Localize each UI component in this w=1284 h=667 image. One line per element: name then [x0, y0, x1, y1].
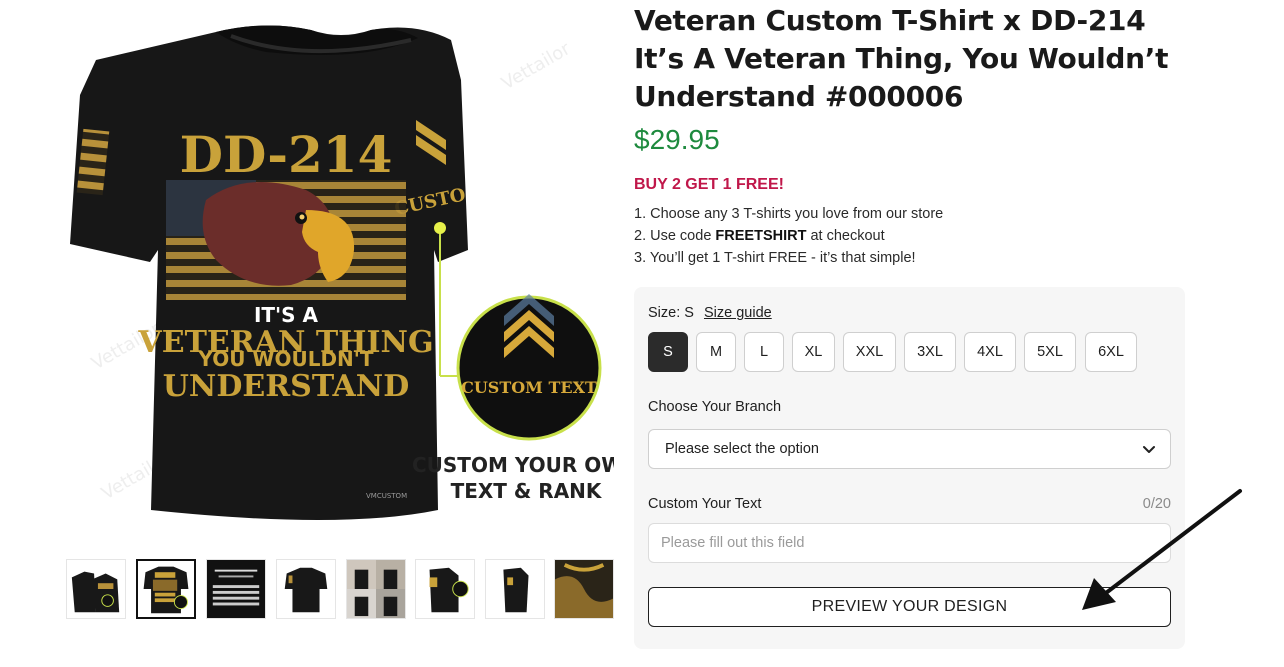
size-option-6xl[interactable]: 6XL: [1085, 332, 1137, 372]
size-value: S: [684, 305, 694, 321]
shirt-line: UNDERSTAND: [163, 369, 409, 404]
product-main-image[interactable]: Vettailor Vettailor Vettailor CUSTO DD-2…: [66, 0, 614, 545]
thumbnail-font-chart[interactable]: [206, 559, 266, 619]
thumbnail-models[interactable]: [346, 559, 406, 619]
custom-text-input[interactable]: [648, 523, 1171, 563]
size-option-xxl[interactable]: XXL: [843, 332, 896, 372]
size-option-l[interactable]: L: [744, 332, 784, 372]
branch-select-value: Please select the option: [665, 441, 819, 457]
product-price: $29.95: [634, 124, 720, 155]
badge-text: CUSTOM TEXT: [461, 378, 597, 397]
thumbnail-front-closeup[interactable]: [136, 559, 196, 619]
promo-step: 2. Use code FREETSHIRT at checkout: [634, 225, 943, 247]
promo-code: FREETSHIRT: [715, 228, 807, 244]
chevron-down-icon: [1143, 446, 1155, 453]
promo-steps: 1. Choose any 3 T-shirts you love from o…: [634, 203, 943, 269]
thumbnail-side-plain[interactable]: [485, 559, 545, 619]
callout-text: CUSTOM YOUR OWN: [412, 453, 614, 477]
size-option-m[interactable]: M: [696, 332, 736, 372]
options-panel: Size: S Size guide S M L XL XXL 3XL 4XL …: [634, 287, 1185, 649]
thumbnail-detail[interactable]: [554, 559, 614, 619]
thumbnail-front-back[interactable]: [66, 559, 126, 619]
size-option-4xl[interactable]: 4XL: [964, 332, 1016, 372]
product-title: Veteran Custom T-Shirt x DD-214 It’s A V…: [634, 4, 1169, 113]
size-option-5xl[interactable]: 5XL: [1024, 332, 1076, 372]
size-guide-link[interactable]: Size guide: [704, 305, 772, 321]
shirt-line: YOU WOULDN'T: [197, 347, 373, 371]
character-counter: 0/20: [1142, 496, 1171, 512]
promo-headline: BUY 2 GET 1 FREE!: [634, 176, 784, 193]
product-gallery: Vettailor Vettailor Vettailor CUSTO DD-2…: [66, 0, 614, 545]
watermark-text: Vettailor: [498, 38, 574, 94]
size-row: Size: S Size guide: [648, 305, 772, 321]
thumbnail-strip: [66, 559, 626, 621]
thumbnail-back[interactable]: [276, 559, 336, 619]
custom-text-label: Custom Your Text: [648, 496, 762, 512]
thumbnail-side-sleeve[interactable]: [415, 559, 475, 619]
shirt-tag: VMCUSTOM: [366, 492, 407, 500]
branch-label: Choose Your Branch: [648, 399, 782, 415]
promo-step: 3. You’ll get 1 T-shirt FREE - it’s that…: [634, 250, 916, 266]
size-option-3xl[interactable]: 3XL: [904, 332, 956, 372]
size-option-s[interactable]: S: [648, 332, 688, 372]
size-option-xl[interactable]: XL: [792, 332, 835, 372]
size-label: Size:: [648, 305, 681, 321]
callout-text: TEXT & RANK: [451, 479, 603, 503]
branch-select[interactable]: Please select the option: [648, 429, 1171, 469]
promo-step-text: 2. Use code: [634, 228, 716, 244]
shirt-headline: DD-214: [180, 125, 393, 184]
promo-step-text: at checkout: [806, 228, 885, 244]
shirt-line: IT'S A: [254, 303, 319, 327]
promo-step: 1. Choose any 3 T-shirts you love from o…: [634, 206, 944, 222]
preview-design-button[interactable]: PREVIEW YOUR DESIGN: [648, 587, 1171, 627]
